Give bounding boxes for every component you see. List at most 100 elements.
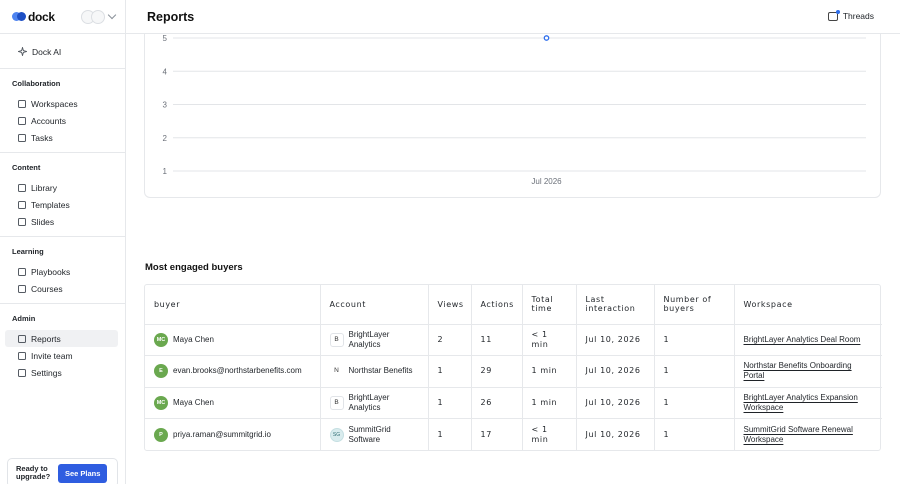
sidebar-item-slides[interactable]: Slides <box>5 213 118 230</box>
logo-text: dock <box>28 9 55 24</box>
account-cell[interactable]: B BrightLayer Analytics <box>320 387 429 419</box>
sidebar-item-label: Reports <box>31 333 61 344</box>
table-header-row: buyer Account Views Actions Total time L… <box>145 285 882 325</box>
column-header-last-interaction[interactable]: Last interaction <box>576 285 655 325</box>
book-icon <box>18 284 26 293</box>
sidebar-item-dock-ai[interactable]: Dock AI <box>5 43 118 60</box>
views-cell: 1 <box>428 418 472 450</box>
avatar: P <box>154 427 168 442</box>
logo-mark-icon <box>12 12 26 21</box>
account-name: BrightLayer Analytics <box>348 392 390 412</box>
sidebar-item-label: Library <box>31 182 57 193</box>
buyer-cell[interactable]: Ppriya.raman@summitgrid.io <box>145 418 321 450</box>
nav-section-content: Content Library Templates Slides <box>0 153 125 237</box>
buyers-table: buyer Account Views Actions Total time L… <box>145 285 882 450</box>
sidebar-item-library[interactable]: Library <box>5 179 118 196</box>
buyers-table-container: buyer Account Views Actions Total time L… <box>144 284 882 451</box>
sidebar-item-accounts[interactable]: Accounts <box>5 112 118 129</box>
x-tick-label: Jul 2026 <box>531 177 562 186</box>
account-name: SummitGrid Software <box>348 424 391 444</box>
last-interaction-cell: Jul 10, 2026 <box>576 355 655 388</box>
actions-cell: 11 <box>471 324 523 356</box>
total-time-cell: 1 min <box>522 355 577 388</box>
table-row[interactable]: Eevan.brooks@northstarbenefits.com N North… <box>145 355 882 388</box>
column-header-number-of-buyers[interactable]: Number of buyers <box>654 285 735 325</box>
buyer-name: priya.raman@summitgrid.io <box>173 429 271 439</box>
workspace-link[interactable]: BrightLayer Analytics Deal Room <box>744 335 861 344</box>
y-tick-label: 5 <box>163 34 168 43</box>
account-name: Northstar Benefits <box>348 366 413 376</box>
sidebar-item-playbooks[interactable]: Playbooks <box>5 263 118 280</box>
workspace-link[interactable]: SummitGrid Software Renewal Workspace <box>744 425 853 444</box>
settings-icon <box>18 368 26 377</box>
buyer-cell[interactable]: MC Maya Chen <box>145 324 321 356</box>
page-title: Reports <box>147 9 195 24</box>
data-point[interactable] <box>543 35 550 41</box>
account-logo: SG <box>329 427 344 442</box>
most-engaged-buyers-title: Most engaged buyers <box>145 262 243 273</box>
sidebar-item-workspaces[interactable]: Workspaces <box>5 95 118 112</box>
sidebar-item-courses[interactable]: Courses <box>5 280 118 297</box>
nav-section-admin: Admin Reports Invite team Settings <box>0 304 125 387</box>
invite-icon <box>18 351 26 360</box>
sidebar-item-label: Playbooks <box>31 266 71 277</box>
table-row[interactable]: MC Maya Chen B BrightLayer Analytics 1 26 1 mi… <box>145 387 882 419</box>
nav-section-title: Learning <box>12 247 44 256</box>
account-logo: N <box>334 367 339 375</box>
template-icon <box>18 200 26 209</box>
threads-button[interactable]: Threads <box>827 9 874 21</box>
workspace-cell: SummitGrid Software Renewal Workspace <box>734 419 882 451</box>
workspace-cell: BrightLayer Analytics Deal Room <box>734 324 882 356</box>
workspace-cell: Northstar Benefits Onboarding Portal <box>734 355 882 388</box>
number-of-buyers-cell: 1 <box>654 324 735 356</box>
dock-logo[interactable]: dock <box>12 10 55 24</box>
brand-bar: dock <box>0 0 125 34</box>
table-row[interactable]: Ppriya.raman@summitgrid.io SG SummitGrid S… <box>145 418 882 451</box>
total-time-cell: 1 min <box>522 387 577 419</box>
last-interaction-cell: Jul 10, 2026 <box>576 324 655 356</box>
account-logo: B <box>329 332 344 347</box>
sidebar-item-invite-team[interactable]: Invite team <box>5 347 118 364</box>
avatar: MC <box>154 332 168 347</box>
sidebar-item-templates[interactable]: Templates <box>5 196 118 213</box>
upgrade-card: Ready to upgrade? See Plans <box>7 458 118 484</box>
workspace-switcher[interactable] <box>80 9 117 24</box>
nav-section-title: Admin <box>12 314 36 323</box>
workspace-link[interactable]: BrightLayer Analytics Expansion Workspac… <box>744 393 858 412</box>
table-row[interactable]: MC Maya Chen B BrightLayer Analytics 2 11 < 1 … <box>145 324 882 356</box>
sidebar-item-label: Courses <box>31 283 63 294</box>
buyer-name: Maya Chen <box>173 334 214 344</box>
account-cell[interactable]: N Northstar Benefits <box>320 355 429 388</box>
buyer-cell[interactable]: Eevan.brooks@northstarbenefits.com <box>145 355 321 388</box>
sidebar-item-tasks[interactable]: Tasks <box>5 129 118 146</box>
column-header-actions[interactable]: Actions <box>471 285 523 325</box>
views-cell: 1 <box>428 355 472 388</box>
playbook-icon <box>18 267 26 276</box>
column-header-workspace[interactable]: Workspace <box>734 285 882 325</box>
account-cell[interactable]: SG SummitGrid Software <box>320 418 429 450</box>
nav-top: Dock AI <box>0 34 125 69</box>
see-plans-button[interactable]: See Plans <box>58 463 108 483</box>
page-header: Reports Threads <box>126 0 900 34</box>
total-time-cell: < 1 min <box>522 324 577 356</box>
column-header-views[interactable]: Views <box>428 285 472 325</box>
column-header-account[interactable]: Account <box>320 285 429 325</box>
sidebar: dock Dock AI Collaboration Workspaces Ac… <box>0 0 126 484</box>
actions-cell: 17 <box>471 418 523 450</box>
buyer-name: evan.brooks@northstarbenefits.com <box>173 366 302 376</box>
sidebar-item-settings[interactable]: Settings <box>5 364 118 381</box>
number-of-buyers-cell: 1 <box>654 418 735 450</box>
y-tick-label: 1 <box>163 167 168 176</box>
last-interaction-cell: Jul 10, 2026 <box>576 418 655 450</box>
column-header-buyer[interactable]: buyer <box>145 285 321 325</box>
column-header-total-time[interactable]: Total time <box>522 285 577 325</box>
workspace-link[interactable]: Northstar Benefits Onboarding Portal <box>744 361 852 380</box>
views-cell: 1 <box>428 387 472 419</box>
actions-cell: 26 <box>471 387 523 419</box>
account-cell[interactable]: B BrightLayer Analytics <box>320 324 429 356</box>
buyer-cell[interactable]: MC Maya Chen <box>145 387 321 419</box>
upgrade-text: Ready to upgrade? <box>16 464 51 481</box>
sidebar-item-reports[interactable]: Reports <box>5 330 118 347</box>
sparkle-icon <box>18 47 27 56</box>
chevron-down-icon <box>107 10 117 20</box>
